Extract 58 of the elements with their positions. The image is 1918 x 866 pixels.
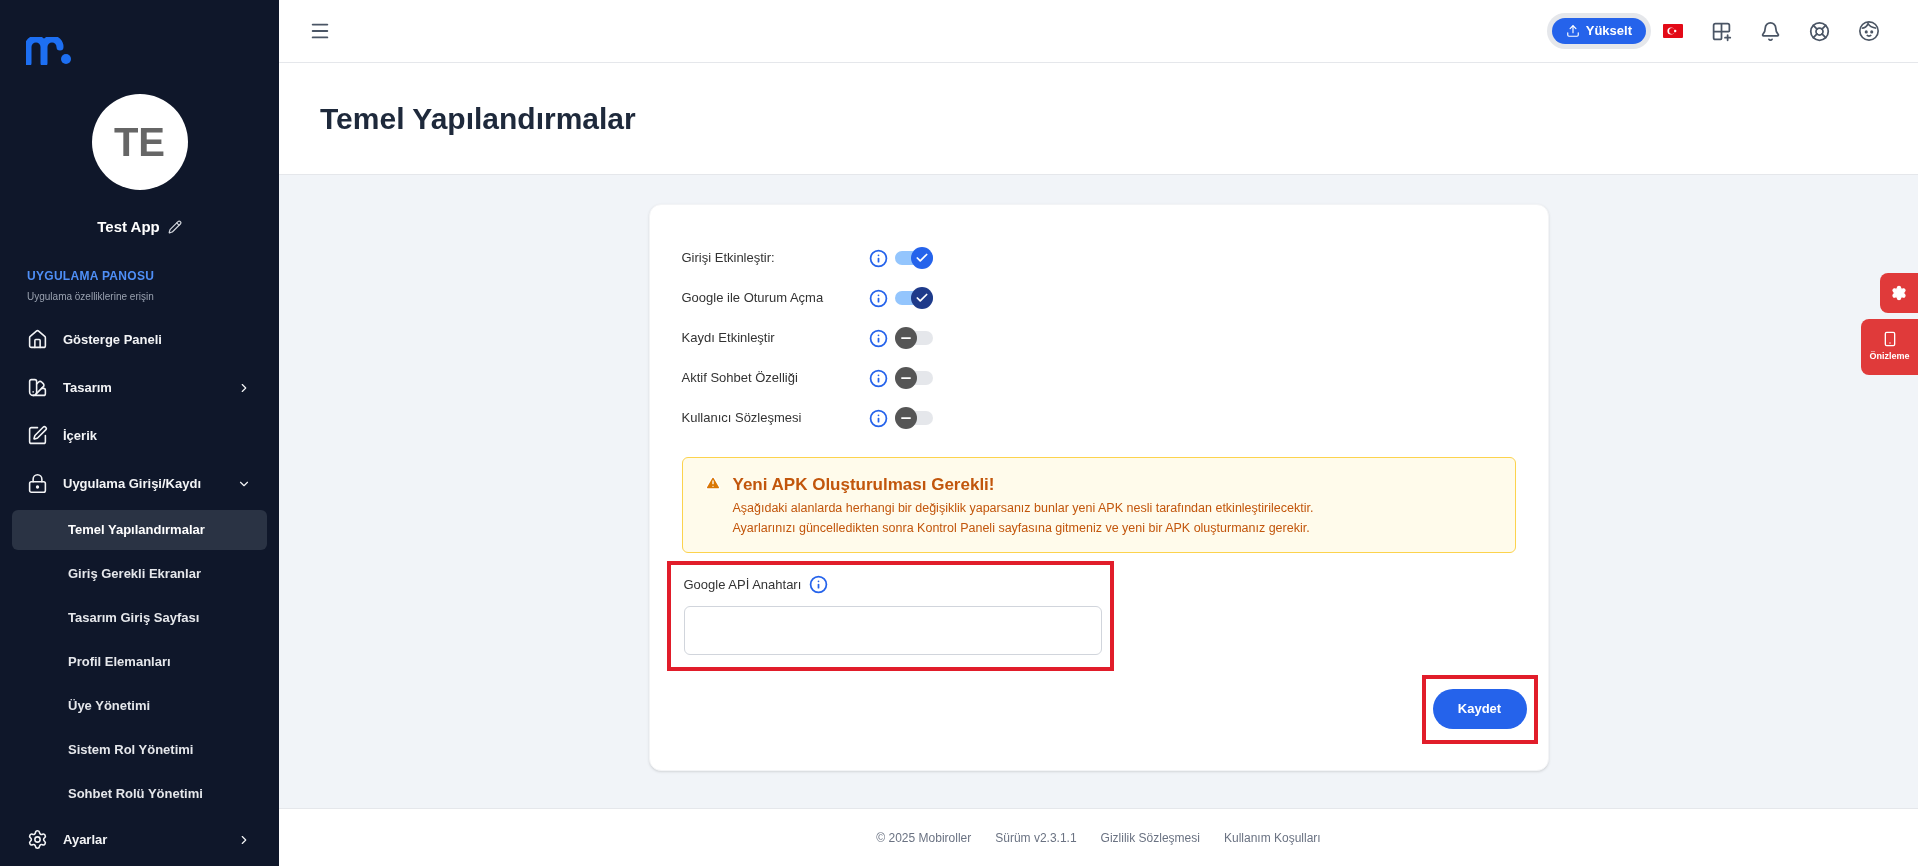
warning-text: Aşağıdaki alanlarda herhangi bir değişiklik yaparsanız bunlar yeni APK nesli tarafından etkinleştirilecektir. <box>732 499 1314 517</box>
page-title: Temel Yapılandırmalar <box>320 101 636 137</box>
sidebar-item[interactable]: Uygulama Girişi/Kaydı <box>0 459 279 508</box>
add-widget-icon[interactable] <box>1711 20 1732 42</box>
save-button[interactable]: Kaydet <box>1432 689 1527 729</box>
sidebar-item[interactable]: Ayarlar <box>0 815 279 864</box>
info-icon[interactable] <box>809 574 829 594</box>
sidebar-item-icon <box>27 829 48 850</box>
warning-title: Yeni APK Oluşturulması Gerekli! <box>732 474 996 496</box>
notification-icon[interactable] <box>1760 20 1781 42</box>
info-icon[interactable] <box>868 408 888 428</box>
sidebar-item-icon <box>27 329 48 350</box>
info-icon[interactable] <box>868 248 888 268</box>
sidebar-item[interactable]: Tasarım <box>0 363 279 412</box>
info-icon[interactable] <box>868 328 888 348</box>
setting-label: Kullanıcı Sözleşmesi <box>681 409 803 428</box>
logo-icon <box>26 37 72 65</box>
sidebar-subitem[interactable]: Sistem Rol Yönetimi <box>12 729 267 770</box>
section-title: UYGULAMA PANOSU <box>27 267 156 285</box>
help-icon[interactable] <box>1809 20 1830 42</box>
sidebar-item-icon <box>27 377 48 398</box>
footer-link[interactable]: Sürüm v2.3.1.1 <box>995 828 1077 847</box>
info-icon[interactable] <box>868 288 888 308</box>
sidebar-subitem[interactable]: Profil Elemanları <box>12 641 267 682</box>
sidebar-subitem[interactable]: Giriş Gerekli Ekranlar <box>12 553 267 594</box>
api-key-field[interactable] <box>683 606 1102 655</box>
upgrade-button[interactable]: Yükselt <box>1551 18 1646 44</box>
face-icon[interactable] <box>1858 20 1880 42</box>
sidebar-item-icon <box>27 473 48 494</box>
upload-icon <box>1565 24 1580 38</box>
setting-label: Google ile Oturum Açma <box>681 289 825 308</box>
avatar: TE <box>91 94 188 190</box>
setting-label: Kaydı Etkinleştir <box>681 329 776 348</box>
settings-button[interactable] <box>1880 273 1918 313</box>
setting-label: Girişi Etkinleştir: <box>681 249 776 268</box>
sidebar-subitem[interactable]: Tasarım Giriş Sayfası <box>12 597 267 638</box>
footer-link[interactable]: Kullanım Koşulları <box>1223 828 1321 847</box>
turkey-flag-icon[interactable] <box>1663 24 1683 38</box>
section-subtitle: Uygulama özelliklerine erişin <box>27 289 155 304</box>
warning-icon <box>704 475 721 491</box>
info-icon[interactable] <box>868 368 888 388</box>
preview-button[interactable]: Önizleme <box>1861 319 1918 375</box>
check-icon <box>914 291 929 305</box>
sidebar-subitem[interactable]: Temel Yapılandırmalar <box>12 509 267 550</box>
settings-icon <box>1891 285 1907 301</box>
edit-icon[interactable] <box>167 220 182 235</box>
setting-label: Aktif Sohbet Özelliği <box>681 369 799 388</box>
sidebar-subitem[interactable]: Sohbet Rolü Yönetimi <box>12 773 267 814</box>
footer-link[interactable]: © 2025 Mobiroller <box>876 828 972 847</box>
field-label: Google APİ Anahtarı <box>683 575 802 594</box>
footer-link[interactable]: Gizlilik Sözleşmesi <box>1100 828 1200 847</box>
warning-text: Ayarlarınızı güncelledikten sonra Kontrol Paneli sayfasına gitmeniz ve yeni bir APK oluşturmanız gerekir. <box>732 519 1311 537</box>
app-name: Test App <box>97 217 160 237</box>
check-icon <box>914 251 929 265</box>
sidebar-item-icon <box>27 425 48 446</box>
sidebar-item[interactable]: İçerik <box>0 411 279 460</box>
sidebar-item[interactable]: Gösterge Paneli <box>0 315 279 364</box>
sidebar-subitem[interactable]: Üye Yönetimi <box>12 685 267 726</box>
